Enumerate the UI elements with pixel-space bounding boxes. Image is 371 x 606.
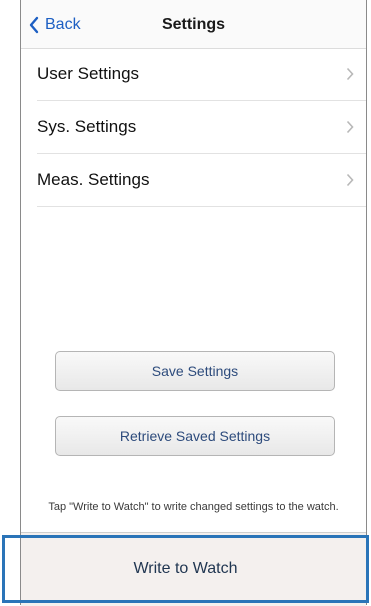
menu-item-label: Meas. Settings <box>37 170 150 189</box>
chevron-right-icon <box>346 67 354 81</box>
settings-menu: User Settings Sys. Settings Meas. Settin… <box>37 48 366 207</box>
chevron-right-icon <box>346 173 354 187</box>
chevron-right-icon <box>346 120 354 134</box>
save-settings-button[interactable]: Save Settings <box>55 351 335 391</box>
menu-item-label: Sys. Settings <box>37 117 137 136</box>
menu-item-meas-settings[interactable]: Meas. Settings <box>37 154 366 207</box>
menu-item-user-settings[interactable]: User Settings <box>37 48 366 101</box>
retrieve-saved-settings-button[interactable]: Retrieve Saved Settings <box>55 416 335 456</box>
write-hint-text: Tap "Write to Watch" to write changed se… <box>48 501 339 513</box>
page-title: Settings <box>161 16 226 33</box>
menu-item-label: User Settings <box>37 64 140 83</box>
write-to-watch-button[interactable]: Write to Watch <box>2 535 369 603</box>
menu-item-sys-settings[interactable]: Sys. Settings <box>37 101 366 154</box>
navigation-bar: Back Settings <box>21 0 366 49</box>
phone-screen: Back Settings User Settings Sys. Setting… <box>20 0 367 606</box>
